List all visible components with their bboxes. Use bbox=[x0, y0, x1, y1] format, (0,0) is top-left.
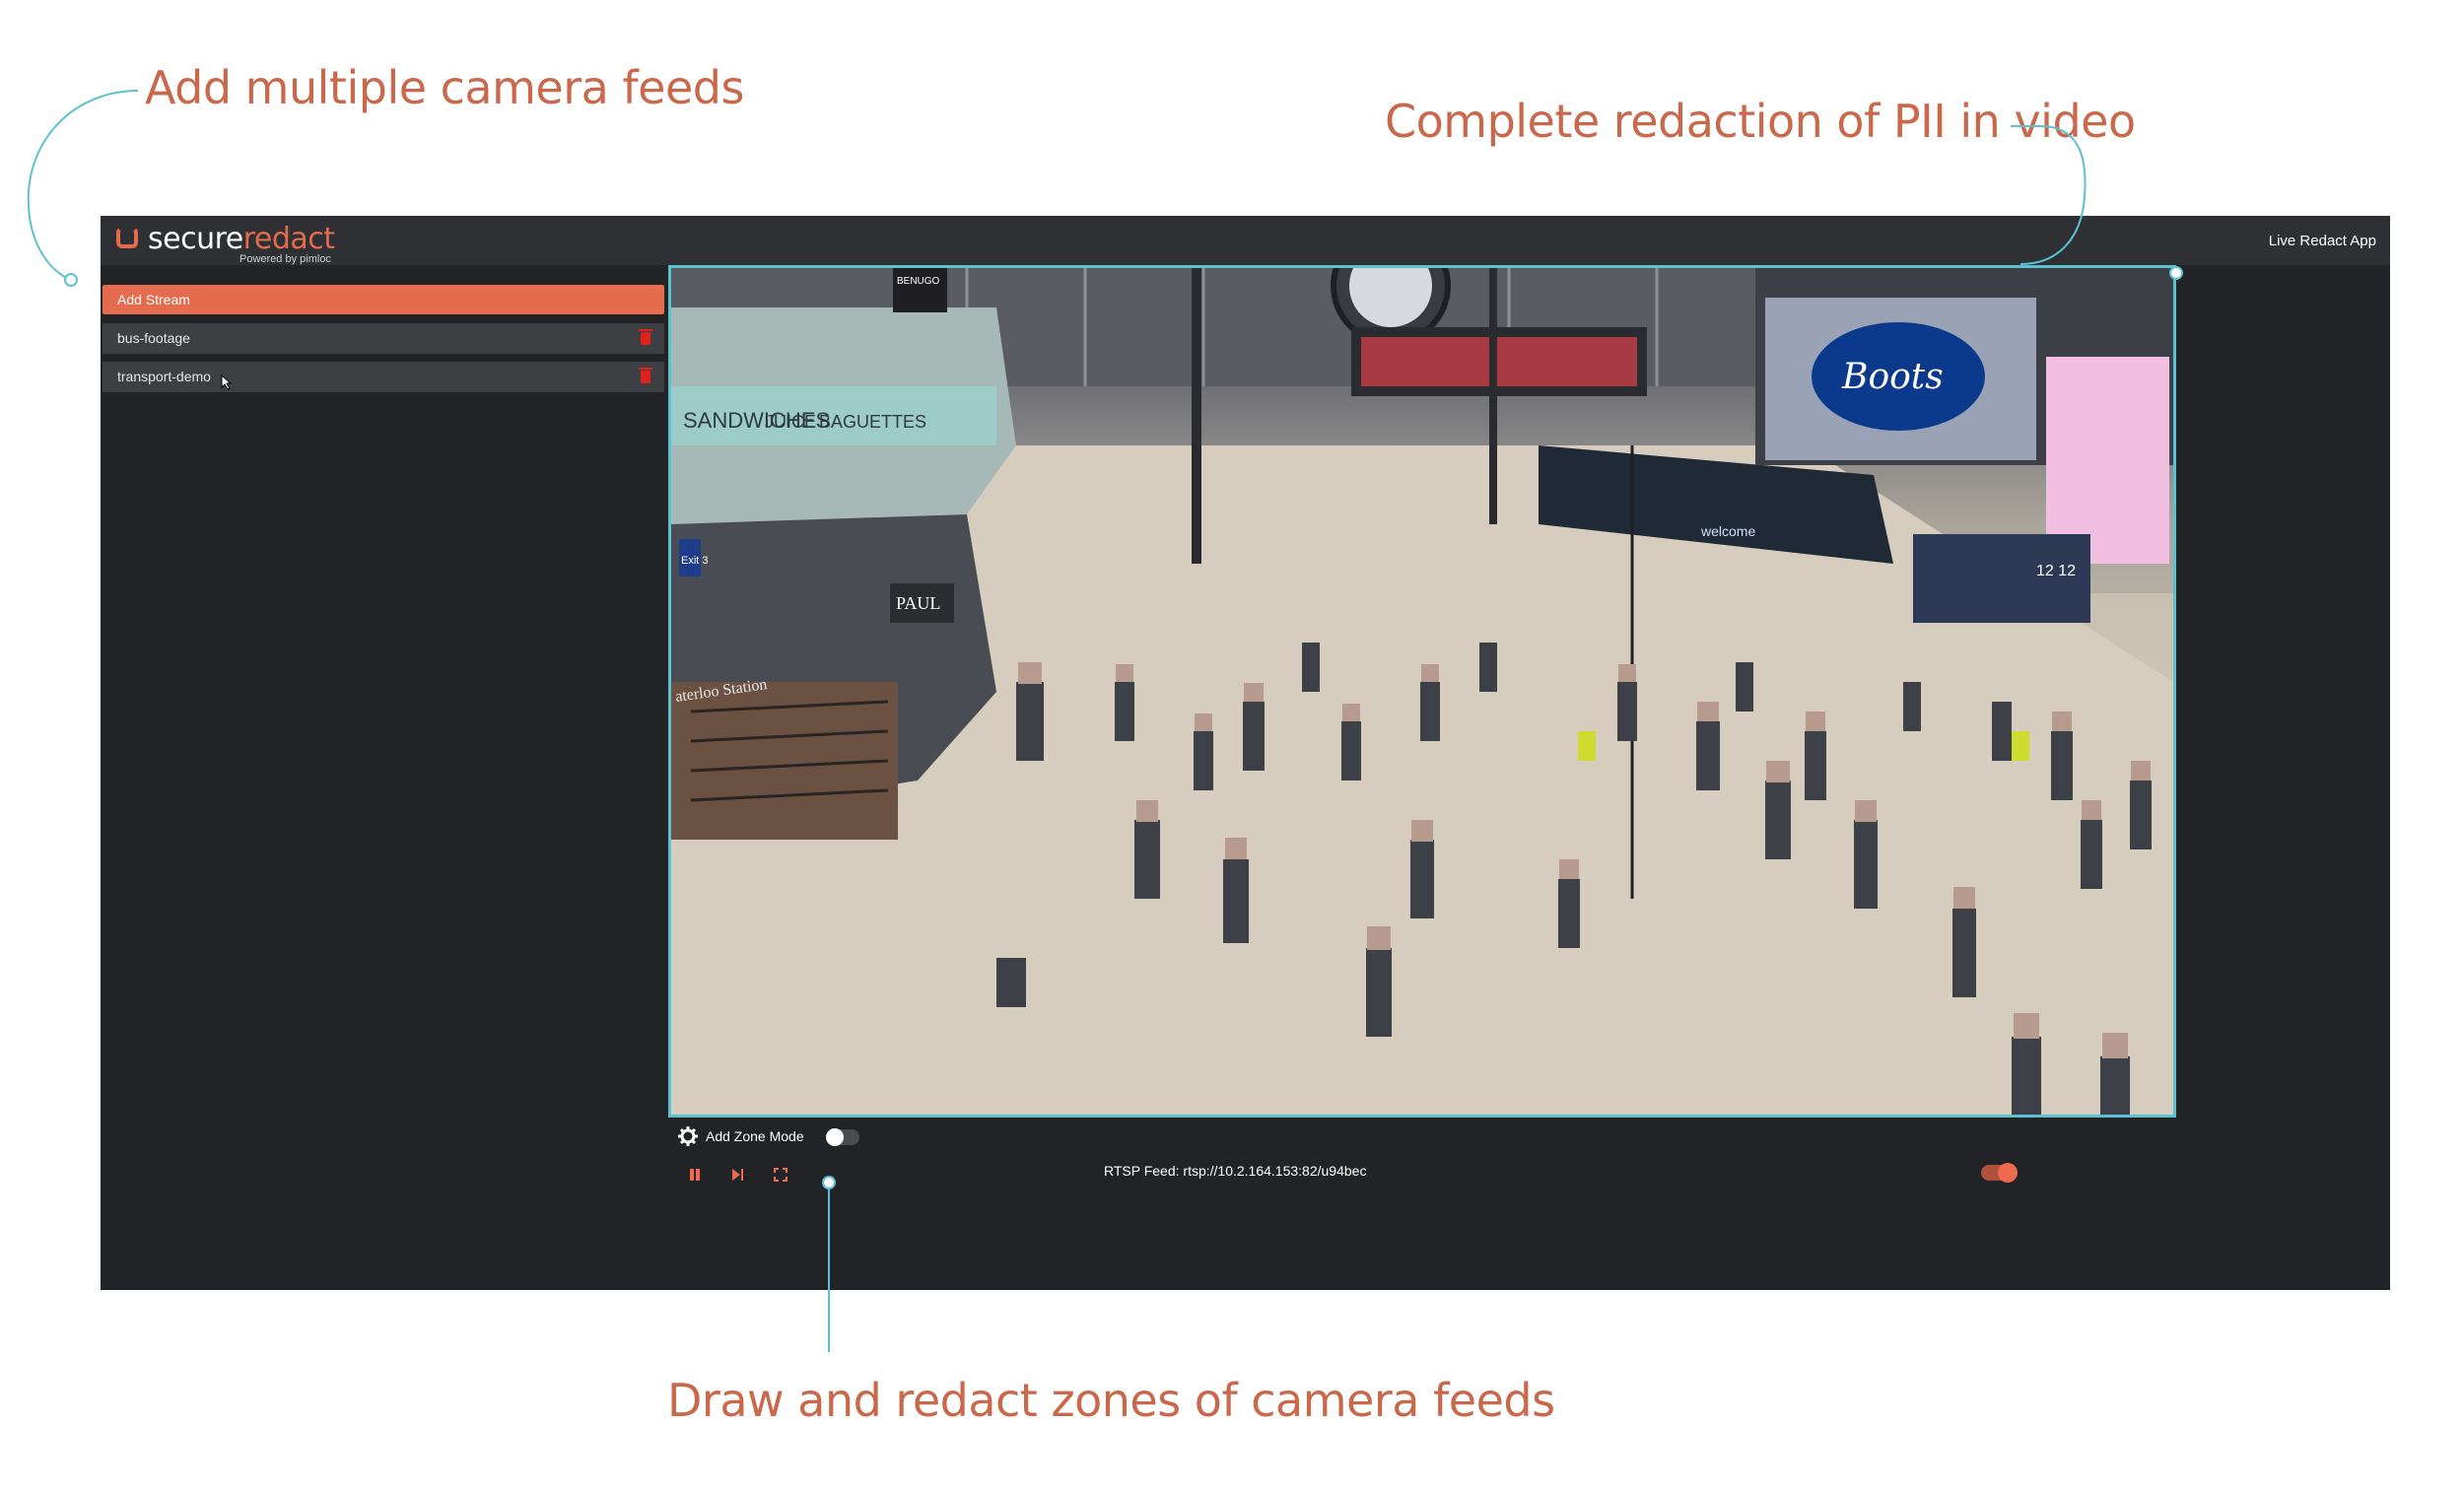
fullscreen-icon[interactable] bbox=[773, 1167, 788, 1183]
stream-label: bus-footage bbox=[117, 330, 190, 346]
video-feed[interactable]: SANDWICHES JUICE BAGUETTES aterloo Stati… bbox=[668, 265, 2176, 1118]
logo-text: secureredact bbox=[148, 222, 335, 256]
welcome-sign-text: welcome bbox=[1700, 523, 1755, 539]
add-stream-button[interactable]: Add Stream bbox=[103, 285, 664, 314]
toggle-knob bbox=[1998, 1163, 2018, 1183]
benugo-sign-text: BENUGO bbox=[897, 276, 940, 287]
rtsp-feed-toggle[interactable] bbox=[1981, 1163, 2018, 1183]
callout-redaction: Complete redaction of PII in video bbox=[1385, 95, 2136, 148]
cursor-icon bbox=[221, 374, 233, 390]
trash-icon[interactable] bbox=[639, 368, 652, 383]
shop-sign-text: BAGUETTES bbox=[819, 412, 926, 432]
callout-multiple-feeds: Add multiple camera feeds bbox=[145, 61, 744, 114]
logo-subtitle: Powered by pimloc bbox=[240, 253, 331, 265]
benugo-sign bbox=[893, 268, 947, 312]
advert-screen bbox=[1361, 337, 1637, 386]
connector-dot bbox=[64, 273, 78, 287]
step-forward-icon[interactable] bbox=[729, 1167, 745, 1183]
stream-item-bus-footage[interactable]: bus-footage bbox=[103, 323, 664, 354]
trash-icon[interactable] bbox=[639, 329, 652, 345]
shop-sign-text: JUICE bbox=[765, 412, 816, 432]
logo-icon bbox=[116, 227, 138, 248]
logo-text-secure: secure bbox=[148, 222, 243, 256]
gate-sign-text: 12 12 bbox=[2036, 563, 2076, 579]
stream-item-transport-demo[interactable]: transport-demo bbox=[103, 362, 664, 392]
logo-text-redact: redact bbox=[242, 222, 335, 256]
toggle-knob bbox=[826, 1128, 844, 1146]
callout-zones: Draw and redact zones of camera feeds bbox=[667, 1374, 1555, 1427]
video-frame: SANDWICHES JUICE BAGUETTES aterloo Stati… bbox=[671, 268, 2173, 1115]
pause-icon[interactable] bbox=[687, 1167, 703, 1183]
top-bar: secureredact Powered by pimloc Live Reda… bbox=[101, 216, 2390, 265]
pillar bbox=[1192, 268, 1201, 564]
add-zone-mode-label: Add Zone Mode bbox=[706, 1128, 804, 1144]
stream-label: transport-demo bbox=[117, 369, 211, 384]
pillar bbox=[1489, 268, 1497, 524]
rtsp-feed-label: RTSP Feed: rtsp://10.2.164.153:82/u94bec bbox=[1104, 1163, 1367, 1179]
add-zone-mode-toggle[interactable] bbox=[826, 1128, 859, 1146]
pink-screen bbox=[2046, 357, 2169, 564]
paul-sign-text: PAUL bbox=[896, 593, 940, 613]
gear-icon[interactable] bbox=[678, 1126, 698, 1146]
boots-logo-text: Boots bbox=[1841, 357, 1944, 397]
app-title: Live Redact App bbox=[2268, 233, 2376, 249]
exit-sign-text: Exit 3 bbox=[681, 555, 709, 567]
app-window: secureredact Powered by pimloc Live Reda… bbox=[101, 216, 2390, 1290]
